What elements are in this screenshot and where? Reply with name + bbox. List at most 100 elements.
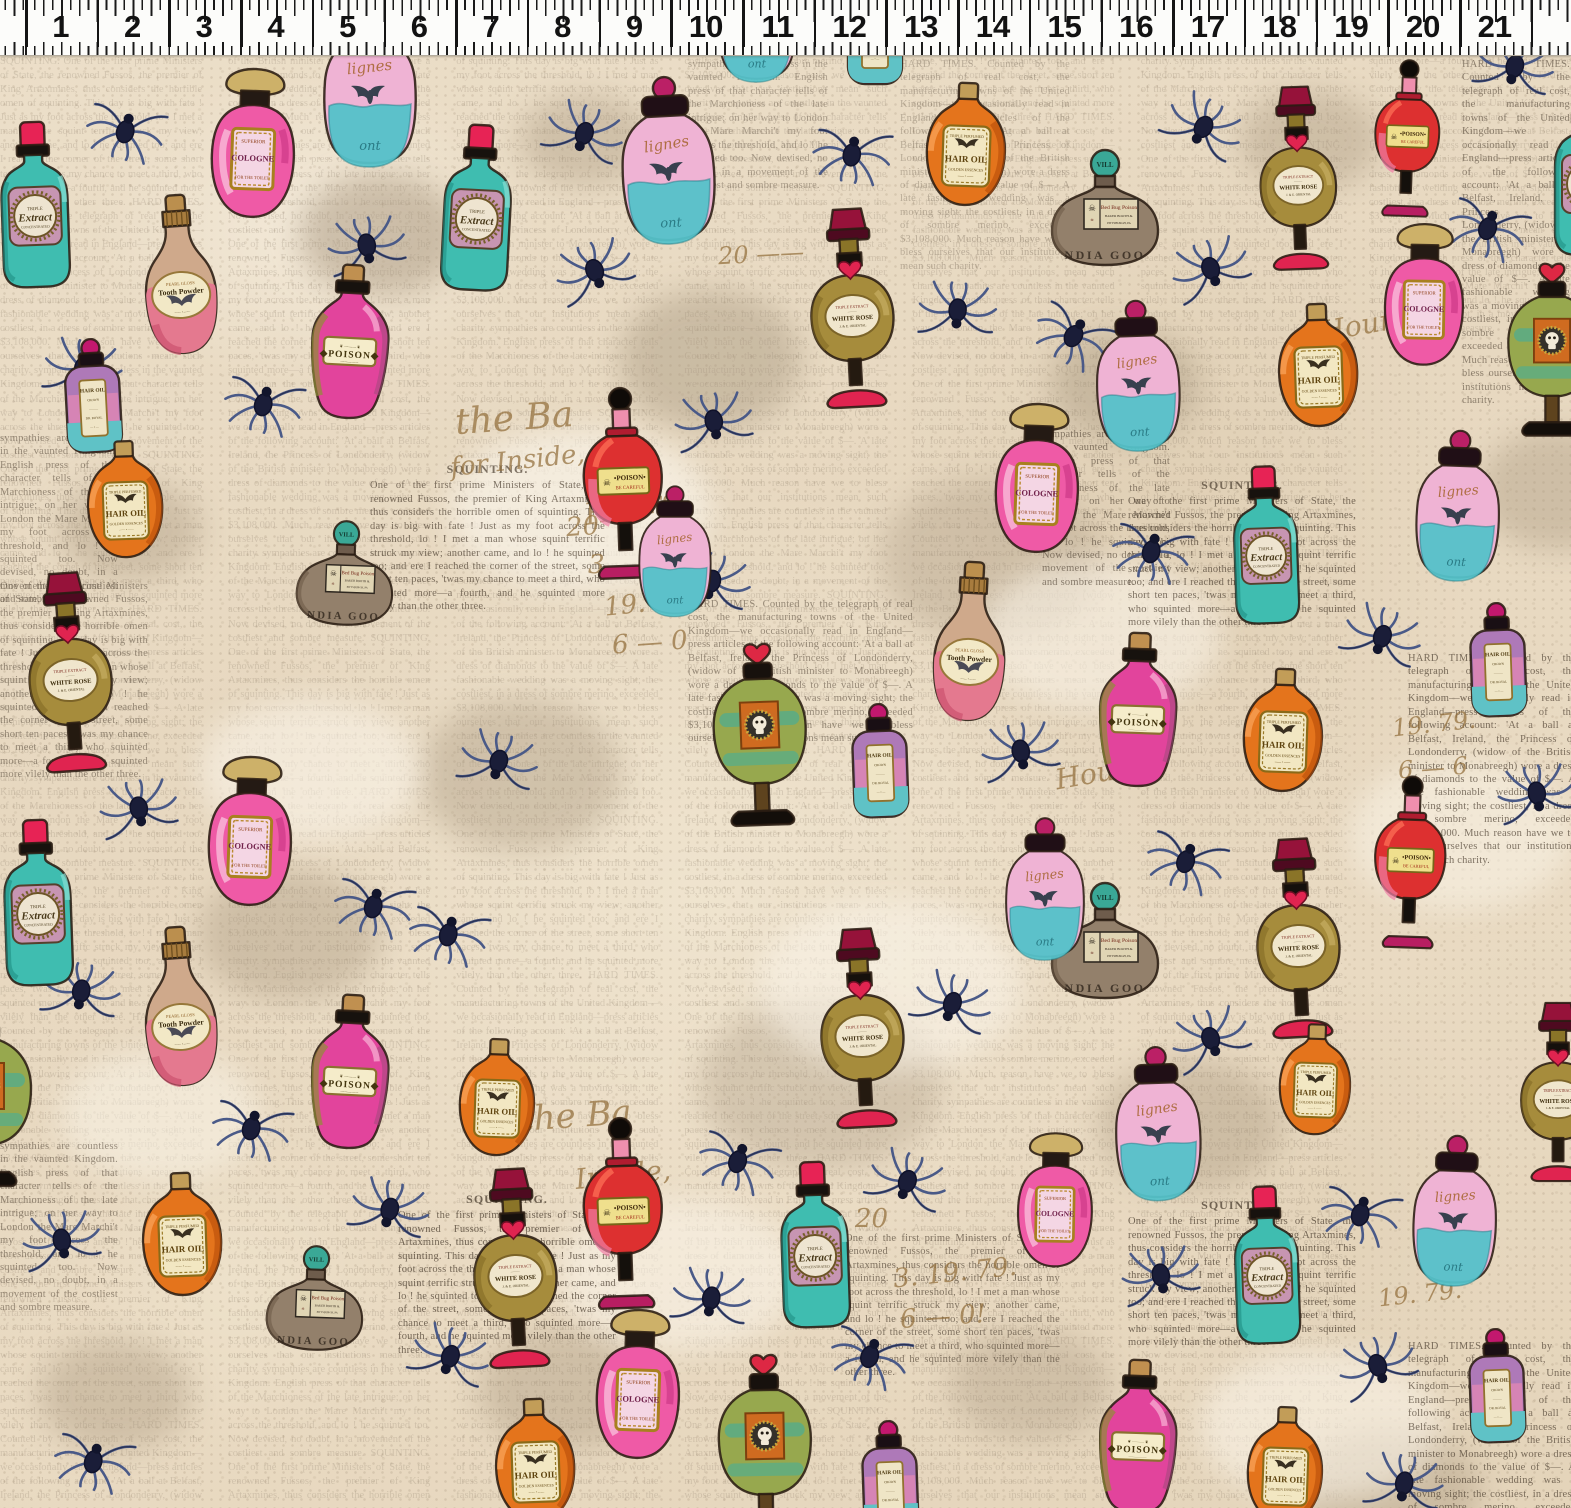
ruler-number: 20 [1406, 9, 1440, 45]
ruler-number: 3 [196, 9, 213, 45]
bottle-bat-bottle [1003, 817, 1086, 970]
ruler-number: 11 [762, 9, 795, 45]
ruler-number: 2 [124, 9, 141, 45]
fabric-swatch: SQUINTING. One of the first prime Minist… [0, 0, 1571, 1508]
bottle-hair-oil-small [843, 702, 917, 824]
bottle-extract [0, 118, 81, 307]
ruler-inch-tick [1531, 0, 1534, 47]
handwriting-script: 20 —— [717, 238, 805, 270]
ruler-number: 5 [339, 9, 356, 45]
ruler-inch-tick [97, 0, 100, 47]
ruler-inch-tick [25, 0, 28, 47]
inch-ruler: 123456789101112131415161718192021 [0, 0, 1571, 56]
ruler-inch-tick [1387, 0, 1390, 47]
ruler-inch-tick [240, 0, 243, 47]
bottle-bat-bottle [1411, 428, 1505, 593]
bottle-hair-oil [1273, 299, 1363, 437]
bottle-hair-oil [137, 1168, 227, 1306]
bottle-extract [1545, 87, 1571, 273]
bottle-poison-flask [1088, 1355, 1189, 1508]
ruler-number: 7 [482, 9, 499, 45]
ruler-number: 15 [1047, 9, 1081, 45]
bottle-poison-flask [298, 260, 402, 435]
ruler-inch-tick [599, 0, 602, 47]
bottle-bat-bottle [637, 485, 713, 625]
ruler-number: 8 [554, 9, 571, 45]
bottle-white-rose [1515, 998, 1571, 1187]
bottle-poison-urn [1369, 773, 1452, 951]
bottle-green-skull [1505, 259, 1571, 444]
bottle-bat-bottle [1110, 1044, 1206, 1213]
bottle-hair-oil-small [1461, 601, 1535, 723]
ruler-number: 19 [1334, 9, 1368, 45]
bottle-cologne [984, 396, 1090, 577]
bottle-poison-flask [298, 990, 402, 1165]
bottle-hair-oil [1275, 1020, 1356, 1144]
bottle-india-goods [263, 1242, 366, 1362]
bottle-cologne [1009, 1127, 1102, 1289]
spider-icon [79, 81, 174, 169]
bottle-hair-oil-small [853, 1419, 927, 1508]
spider-icon [1493, 759, 1571, 842]
bottle-white-rose [809, 921, 915, 1136]
ruler-number: 14 [976, 9, 1010, 45]
ruler-number: 21 [1478, 9, 1512, 45]
ruler-inch-tick [1316, 0, 1319, 47]
ruler-number: 9 [626, 9, 643, 45]
bottle-poison-urn [577, 1114, 669, 1312]
bottle-extract [0, 816, 84, 1005]
ruler-inch-tick [1459, 0, 1462, 47]
bottle-bat-bottle [614, 73, 721, 258]
bottle-tooth-powder [132, 190, 229, 366]
ruler-inch-tick [384, 0, 387, 47]
ruler-number: 1 [52, 9, 69, 45]
bottle-hair-oil [921, 78, 1011, 216]
ruler-inch-tick [527, 0, 530, 47]
bottle-cologne [1375, 218, 1473, 389]
bottle-white-rose [1245, 831, 1351, 1046]
bottle-hair-oil-small [1460, 1327, 1534, 1449]
bottle-tooth-powder [132, 922, 229, 1098]
spider-icon [1117, 1241, 1208, 1324]
spider-icon [1148, 83, 1252, 184]
ruler-inch-tick [312, 0, 315, 47]
bottle-hair-oil [82, 437, 167, 568]
ruler-inch-tick [168, 0, 171, 47]
spider-icon [95, 774, 186, 857]
ruler-inch-tick [1029, 0, 1032, 47]
ruler-number: 6 [411, 9, 428, 45]
ruler-inch-tick [1172, 0, 1175, 47]
bottle-white-rose [15, 564, 124, 780]
bottle-bat-bottle [1408, 1133, 1502, 1298]
bottle-hair-oil [490, 1394, 580, 1508]
ruler-inch-tick [670, 0, 673, 47]
spider-icon [914, 279, 1000, 356]
bottle-white-rose [799, 201, 905, 416]
ruler-number: 4 [267, 9, 284, 45]
ruler-number: 13 [904, 9, 938, 45]
ruler-inch-tick [885, 0, 888, 47]
bottle-hair-oil [454, 1035, 539, 1166]
bottle-cologne [585, 1302, 691, 1483]
ruler-number: 16 [1119, 9, 1153, 45]
bottle-green-skull [0, 1001, 35, 1196]
ruler-inch-tick [1101, 0, 1104, 47]
spider-icon [808, 107, 899, 190]
ruler-number: 10 [689, 9, 723, 45]
ruler-inch-tick [814, 0, 817, 47]
ruler-number: 17 [1191, 9, 1225, 45]
handwriting-script: 6 — 0 [611, 625, 689, 660]
ruler-inch-tick [742, 0, 745, 47]
bottle-extract [1222, 462, 1310, 641]
bottle-tooth-powder [923, 558, 1017, 732]
bottle-india-goods [1050, 147, 1160, 277]
handwriting-script: the Ba [454, 394, 575, 443]
bottle-cologne [197, 749, 303, 930]
bottle-white-rose [1251, 80, 1345, 276]
bottle-hair-oil [1242, 1403, 1327, 1508]
bottle-green-skull [707, 638, 814, 836]
bottle-white-rose [462, 1161, 568, 1376]
bottle-extract [1223, 1182, 1311, 1361]
spider-icon [670, 387, 761, 470]
bottle-green-skull [713, 1350, 816, 1508]
